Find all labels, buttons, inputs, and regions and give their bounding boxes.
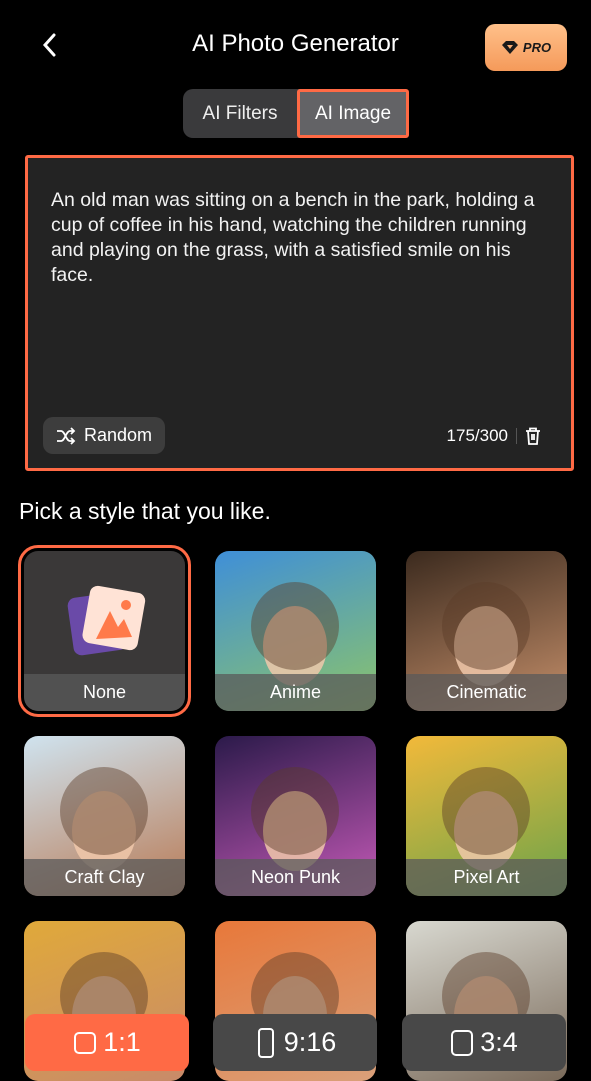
char-count: 175/300 xyxy=(446,426,508,445)
tab-ai-filters[interactable]: AI Filters xyxy=(183,89,297,138)
style-label: Craft Clay xyxy=(24,859,185,896)
trash-icon[interactable] xyxy=(525,427,541,445)
shuffle-icon xyxy=(56,426,76,445)
style-card[interactable]: Craft Clay xyxy=(24,736,185,896)
pro-label: PRO xyxy=(522,40,552,55)
aspect-ratio-icon xyxy=(451,1029,474,1056)
pro-button[interactable]: PRO xyxy=(485,24,567,71)
style-label: None xyxy=(24,674,185,711)
image-placeholder-icon xyxy=(67,585,146,656)
prompt-input[interactable]: An old man was sitting on a bench in the… xyxy=(51,188,541,288)
diamond-icon xyxy=(501,40,518,54)
aspect-ratio-icon xyxy=(74,1031,97,1054)
style-label: Neon Punk xyxy=(215,859,376,896)
ratio-button[interactable]: 1:1 xyxy=(25,1014,189,1071)
mode-tabs: AI Filters AI Image xyxy=(183,89,409,138)
style-label: Cinematic xyxy=(406,674,567,711)
aspect-ratio-icon xyxy=(257,1027,274,1058)
style-card[interactable]: Pixel Art xyxy=(406,736,567,896)
ratio-button[interactable]: 9:16 xyxy=(213,1014,377,1071)
style-card[interactable]: None xyxy=(18,545,191,717)
style-card[interactable]: Anime xyxy=(215,551,376,711)
style-label: Anime xyxy=(215,674,376,711)
ratio-label: 1:1 xyxy=(103,1027,141,1057)
style-label: Pixel Art xyxy=(406,859,567,896)
styles-heading: Pick a style that you like. xyxy=(19,498,271,524)
tab-ai-image[interactable]: AI Image xyxy=(297,89,409,138)
style-card[interactable]: Neon Punk xyxy=(215,736,376,896)
prompt-box[interactable]: An old man was sitting on a bench in the… xyxy=(25,155,574,471)
divider xyxy=(516,428,517,444)
style-card[interactable]: Cinematic xyxy=(406,551,567,711)
random-button[interactable]: Random xyxy=(43,417,165,454)
ratio-label: 9:16 xyxy=(283,1027,337,1057)
ratio-label: 3:4 xyxy=(480,1027,518,1057)
prompt-footer: 175/300 xyxy=(447,426,541,446)
random-label: Random xyxy=(83,425,153,445)
ratio-button[interactable]: 3:4 xyxy=(402,1014,566,1071)
